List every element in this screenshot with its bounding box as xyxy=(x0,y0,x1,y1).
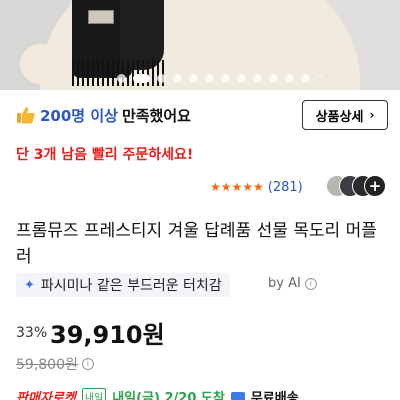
info-icon[interactable]: i xyxy=(304,277,317,290)
ai-summary-text: 파시미나 같은 부드러운 터치감 xyxy=(40,278,222,294)
carousel-dot[interactable] xyxy=(221,73,231,83)
carousel-dot[interactable] xyxy=(173,73,183,83)
arrival-date: 내일(금) 2/20 도착 xyxy=(112,390,225,400)
original-price-value: 59,800원 xyxy=(16,357,78,373)
sparkle-icon: ✦ xyxy=(24,277,35,293)
star-rating-icon: ★★★★★ xyxy=(210,180,264,194)
carousel-more-indicator: ⁼ xyxy=(317,72,323,84)
ai-attribution-label: by AI xyxy=(268,276,301,291)
product-image-carousel[interactable]: ⁼ xyxy=(0,0,400,90)
ai-attribution[interactable]: by AI i xyxy=(268,276,317,291)
product-detail-button[interactable]: 상품상세 › xyxy=(302,100,388,130)
next-day-badge: 내일 xyxy=(81,387,107,400)
sale-price: 39,910원 xyxy=(50,321,165,349)
carousel-dot[interactable] xyxy=(253,73,263,83)
carousel-dot[interactable] xyxy=(117,73,127,83)
carousel-dot[interactable] xyxy=(133,73,151,83)
original-price: 59,800원 i xyxy=(16,354,94,374)
satisfaction-count: 200명 이상 xyxy=(40,106,118,125)
discount-rate: 33% xyxy=(16,325,48,341)
product-label-tag xyxy=(88,10,114,24)
stock-urgency-message: 단 3개 남음 빨리 주문하세요! xyxy=(16,147,194,163)
rating-summary[interactable]: ★★★★★ (281) xyxy=(210,178,303,196)
truck-icon xyxy=(230,391,245,400)
carousel-dot[interactable] xyxy=(237,73,247,83)
carousel-dot[interactable] xyxy=(301,73,311,83)
free-shipping-label: 무료배송 xyxy=(250,390,299,400)
delivery-info: 판매자로켓 내일 내일(금) 2/20 도착 무료배송 xyxy=(16,387,299,400)
satisfaction-summary: 200명 이상 만족했어요 xyxy=(16,101,191,129)
carousel-dot[interactable] xyxy=(189,73,199,83)
carousel-dot[interactable] xyxy=(157,73,167,83)
chevron-right-icon: › xyxy=(369,108,375,122)
thumbs-up-icon xyxy=(17,107,35,124)
review-count[interactable]: (281) xyxy=(268,180,303,195)
rocket-seller-badge: 판매자로켓 xyxy=(16,390,76,400)
carousel-dot[interactable] xyxy=(285,73,295,83)
carousel-dot[interactable] xyxy=(205,73,215,83)
carousel-dot[interactable] xyxy=(269,73,279,83)
ai-summary-chip[interactable]: ✦ 파시미나 같은 부드러운 터치감 xyxy=(16,273,230,297)
product-detail-label: 상품상세 xyxy=(315,109,364,125)
carousel-pagination[interactable]: ⁼ xyxy=(0,71,400,85)
product-title: 프롬뮤즈 프레스티지 겨울 답례품 선물 목도리 머플러 xyxy=(16,221,377,267)
reviewer-photo-thumbnails[interactable]: + xyxy=(326,175,386,199)
info-icon[interactable]: i xyxy=(81,358,94,370)
satisfaction-label: 만족했어요 xyxy=(121,106,191,125)
more-photos-icon[interactable]: + xyxy=(364,175,386,197)
